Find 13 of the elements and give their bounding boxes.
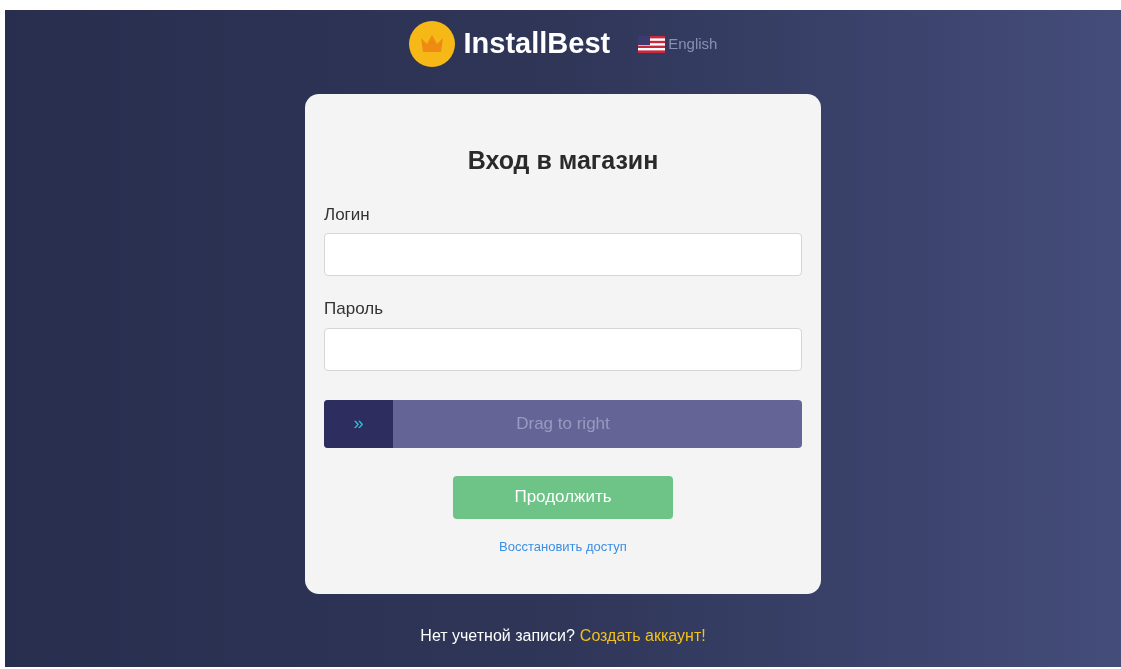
brand-name: InstallBest — [463, 26, 611, 62]
input-field[interactable] — [324, 233, 802, 276]
card-title: Вход в магазин — [466, 145, 660, 176]
field-label: Логин — [324, 203, 371, 226]
slider-handle[interactable]: » — [324, 399, 393, 448]
field-label: Пароль — [324, 298, 384, 320]
crown-logo-icon — [408, 21, 455, 67]
footer-text: Нет учетной записи? — [420, 626, 575, 646]
input-field[interactable] — [324, 327, 802, 371]
language-link[interactable]: English — [668, 32, 718, 56]
recover-access-link[interactable]: Восстановить доступ — [499, 536, 627, 556]
us-flag-icon — [638, 35, 666, 53]
create-account-link[interactable]: Создать аккаунт! — [579, 624, 706, 648]
